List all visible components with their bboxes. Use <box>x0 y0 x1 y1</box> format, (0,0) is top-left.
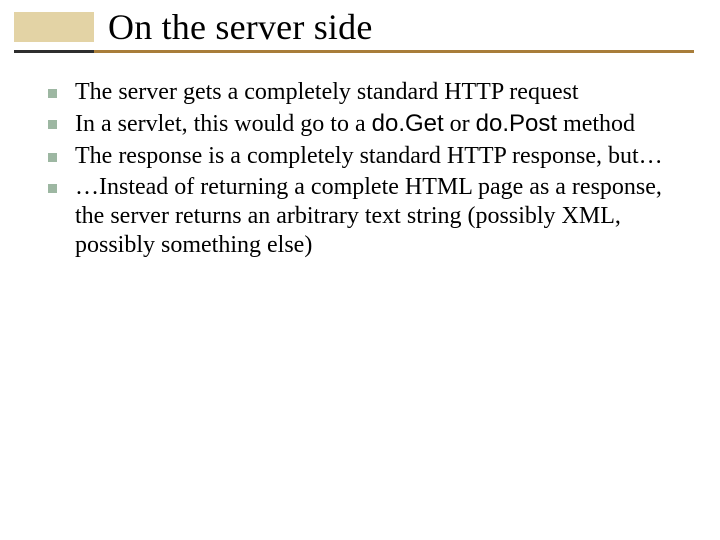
code-span: do.Post <box>476 110 557 137</box>
list-item: …Instead of returning a complete HTML pa… <box>48 173 688 261</box>
bullet-text: The response is a completely standard HT… <box>75 142 688 171</box>
title-underline <box>14 50 694 53</box>
square-bullet-icon <box>48 184 57 193</box>
slide-body: The server gets a completely standard HT… <box>48 78 688 263</box>
bullet-text-segment: The server gets a completely standard HT… <box>75 79 579 105</box>
list-item: In a servlet, this would go to a do.Get … <box>48 109 688 139</box>
title-block: On the server side <box>0 6 720 58</box>
slide-title: On the server side <box>108 6 373 48</box>
code-span: do.Get <box>372 110 444 137</box>
bullet-text-segment: The response is a completely standard HT… <box>75 143 663 169</box>
list-item: The server gets a completely standard HT… <box>48 78 688 107</box>
bullet-text-segment: or <box>444 111 476 137</box>
bullet-text-segment: In a servlet, this would go to a <box>75 111 372 137</box>
square-bullet-icon <box>48 120 57 129</box>
bullet-text: …Instead of returning a complete HTML pa… <box>75 173 688 261</box>
bullet-text-segment: …Instead of returning a complete HTML pa… <box>75 174 662 259</box>
square-bullet-icon <box>48 89 57 98</box>
square-bullet-icon <box>48 153 57 162</box>
slide: On the server side The server gets a com… <box>0 0 720 540</box>
list-item: The response is a completely standard HT… <box>48 142 688 171</box>
title-underline-accent <box>14 50 94 53</box>
bullet-text: In a servlet, this would go to a do.Get … <box>75 109 688 139</box>
bullet-text: The server gets a completely standard HT… <box>75 78 688 107</box>
bullet-text-segment: method <box>557 111 635 137</box>
title-accent-box <box>14 12 94 42</box>
